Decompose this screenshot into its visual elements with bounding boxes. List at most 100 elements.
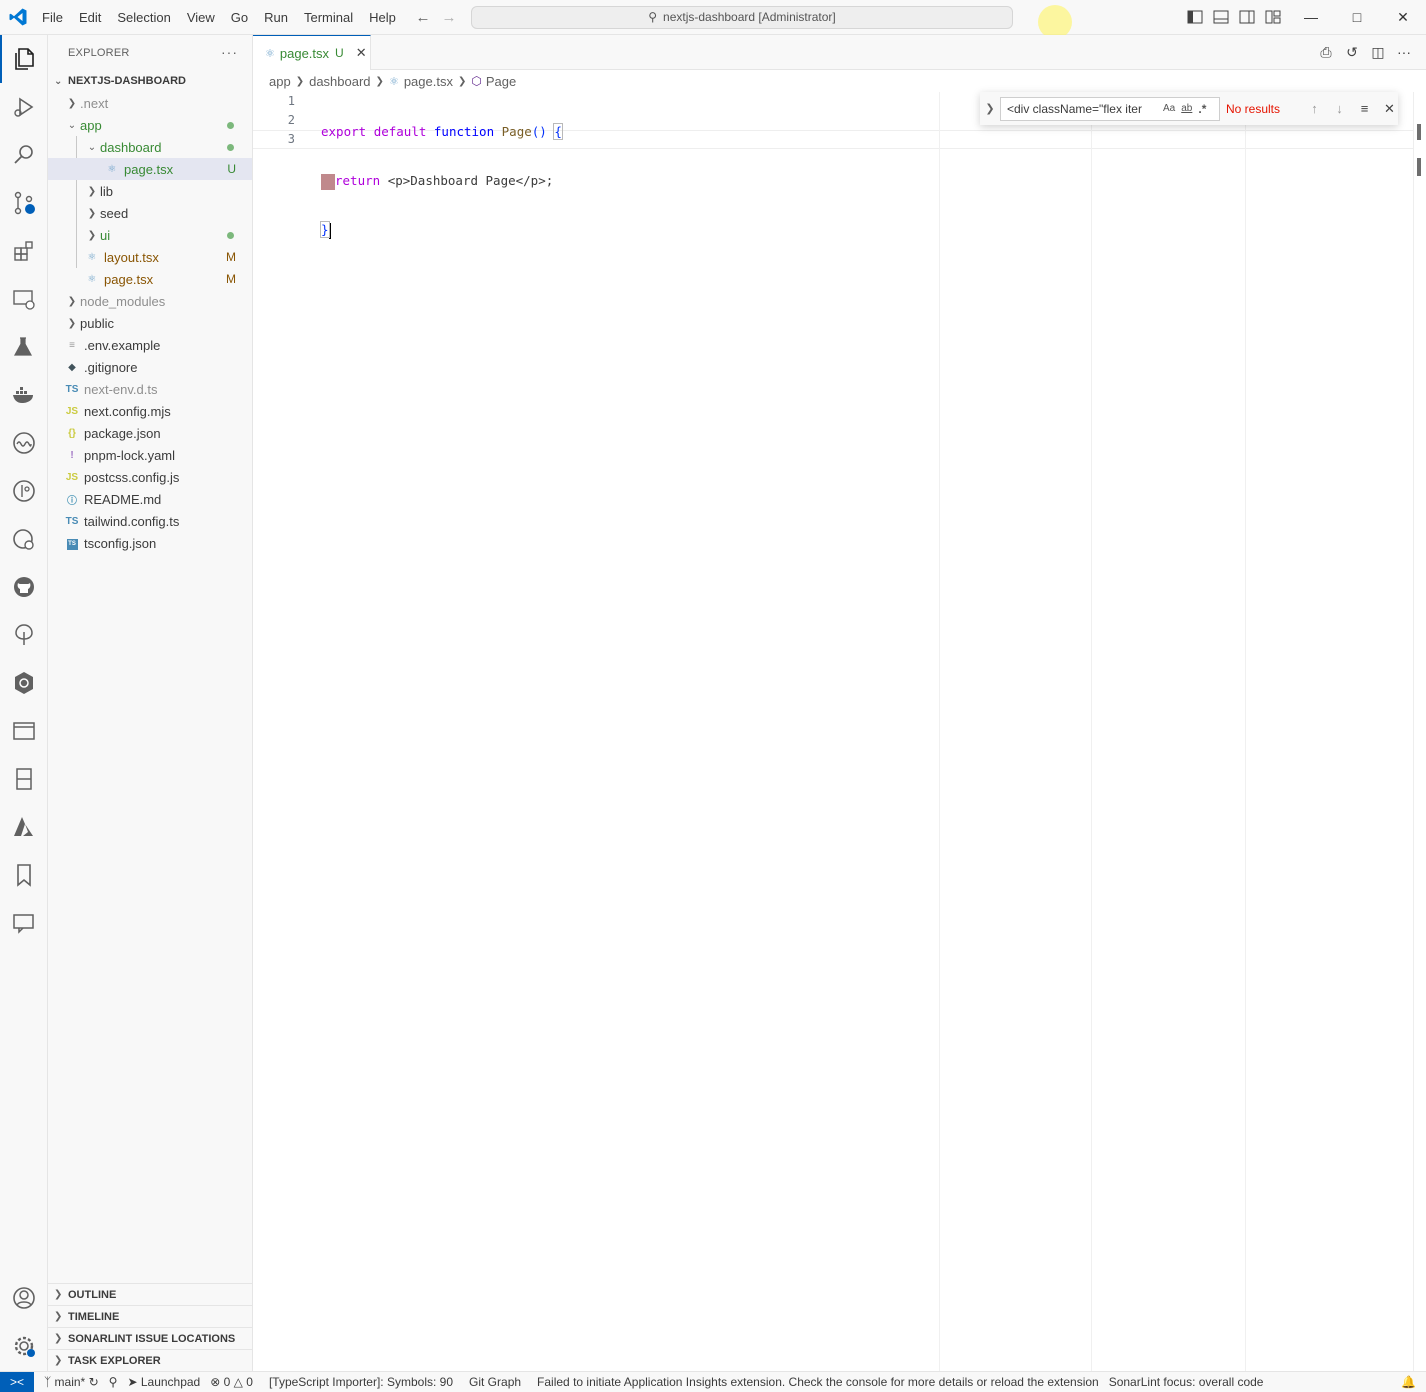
command-center[interactable]: ⚲ nextjs-dashboard [Administrator] <box>471 6 1013 29</box>
tree-item-seed[interactable]: ❯ seed <box>48 202 252 224</box>
previous-match-icon[interactable]: ↑ <box>1306 101 1323 116</box>
menu-selection[interactable]: Selection <box>109 0 178 35</box>
breadcrumb: app ❯ dashboard ❯ ⚛ page.tsx ❯ ⬡ Page <box>253 70 1413 92</box>
ts-importer-status[interactable]: [TypeScript Importer]: Symbols: 90 <box>269 1375 453 1389</box>
error-icon: ⊗ <box>210 1375 221 1389</box>
toggle-secondary-sidebar-icon[interactable] <box>1238 8 1256 26</box>
outline-pane-header[interactable]: ❯ OUTLINE <box>48 1283 253 1305</box>
split-editor-icon[interactable]: ◫ <box>1370 44 1386 61</box>
tree-item-app[interactable]: ⌄ app <box>48 114 252 136</box>
notifications-bell-icon[interactable]: 🔔 <box>1401 1375 1416 1389</box>
menu-run[interactable]: Run <box>256 0 296 35</box>
tree-item-gitignore[interactable]: ◆ .gitignore <box>48 356 252 378</box>
close-tab-icon[interactable]: ✕ <box>356 45 367 61</box>
typescript-file-icon: TS <box>65 383 79 395</box>
close-window-icon[interactable]: ✕ <box>1380 0 1426 35</box>
remote-explorer-icon[interactable] <box>0 275 48 323</box>
menu-help[interactable]: Help <box>361 0 404 35</box>
breadcrumb-item[interactable]: app <box>269 74 291 89</box>
tree-item-next-env[interactable]: TS next-env.d.ts <box>48 378 252 400</box>
testing-flask-icon[interactable] <box>0 323 48 371</box>
toggle-primary-sidebar-icon[interactable] <box>1186 8 1204 26</box>
workspaces-icon[interactable] <box>0 707 48 755</box>
menu-terminal[interactable]: Terminal <box>296 0 361 35</box>
tree-item-layout[interactable]: ⚛ layout.tsx M <box>48 246 252 268</box>
timeline-history-icon[interactable]: ↺ <box>1344 44 1360 61</box>
git-graph-status-icon[interactable]: ⚲ <box>109 1375 118 1389</box>
toggle-replace-chevron-icon[interactable]: ❯ <box>980 102 1000 115</box>
breadcrumb-item[interactable]: page.tsx <box>404 74 453 89</box>
menu-view[interactable]: View <box>179 0 223 35</box>
bookmarks-icon[interactable] <box>0 851 48 899</box>
more-actions-icon[interactable]: ··· <box>221 44 238 60</box>
code-editor[interactable]: 1 2 3 export default function Page() { r… <box>253 92 1413 1371</box>
match-case-option[interactable]: Aa <box>1163 103 1175 114</box>
tree-item-dashboard[interactable]: ⌄ dashboard <box>48 136 252 158</box>
tree-item-tsconfig[interactable]: TS tsconfig.json <box>48 532 252 554</box>
vertical-scrollbar[interactable] <box>1413 92 1426 1371</box>
tree-item-package-json[interactable]: {} package.json <box>48 422 252 444</box>
tree-item-lib[interactable]: ❯ lib <box>48 180 252 202</box>
find-input[interactable]: <div className="flex iter Aa ab .* <box>1000 96 1220 121</box>
tree-item-node-modules[interactable]: ❯ node_modules <box>48 290 252 312</box>
explorer-icon[interactable] <box>0 35 48 83</box>
close-find-icon[interactable]: ✕ <box>1381 101 1398 117</box>
tree-item-public[interactable]: ❯ public <box>48 312 252 334</box>
remote-indicator[interactable]: >< <box>0 1371 34 1392</box>
tab-page-tsx[interactable]: ⚛ page.tsx U ✕ <box>253 35 371 70</box>
problems-status[interactable]: ⊗ 0 △ 0 <box>210 1375 253 1389</box>
search-sidebar-icon[interactable] <box>0 131 48 179</box>
timeline-pane-header[interactable]: ❯ TIMELINE <box>48 1305 253 1327</box>
next-match-icon[interactable]: ↓ <box>1331 101 1348 116</box>
launchpad-status[interactable]: ➤ Launchpad <box>127 1375 200 1389</box>
git-graph-status[interactable]: Git Graph <box>469 1375 521 1389</box>
forward-arrow-icon[interactable]: → <box>440 9 458 26</box>
tree-item-next-config[interactable]: JS next.config.mjs <box>48 400 252 422</box>
extensions-icon[interactable] <box>0 227 48 275</box>
wave-extension-icon[interactable] <box>0 419 48 467</box>
minimize-icon[interactable]: — <box>1288 0 1334 35</box>
breadcrumb-item[interactable]: Page <box>486 74 516 89</box>
sonarlint-status[interactable]: SonarLint focus: overall code <box>1109 1375 1264 1389</box>
regex-option[interactable]: .* <box>1198 102 1206 116</box>
more-actions-icon[interactable]: ··· <box>1396 44 1412 61</box>
customize-layout-icon[interactable] <box>1264 8 1282 26</box>
toggle-panel-icon[interactable] <box>1212 8 1230 26</box>
sync-icon[interactable]: ↻ <box>89 1375 99 1389</box>
sonarlint-pane-header[interactable]: ❯ SONARLINT ISSUE LOCATIONS <box>48 1327 253 1349</box>
kubernetes-icon[interactable] <box>0 659 48 707</box>
open-changes-icon[interactable]: ⎙ <box>1318 44 1334 61</box>
settings-gear-icon[interactable] <box>0 1322 48 1370</box>
tree-item-readme[interactable]: ⓘ README.md <box>48 488 252 510</box>
tree-item-dashboard-page[interactable]: ⚛ page.tsx U <box>48 158 252 180</box>
tree-extension-icon[interactable] <box>0 611 48 659</box>
match-whole-word-option[interactable]: ab <box>1181 103 1192 114</box>
breadcrumb-item[interactable]: dashboard <box>309 74 370 89</box>
tree-item-env-example[interactable]: ≡ .env.example <box>48 334 252 356</box>
tree-item-next[interactable]: ❯ .next <box>48 92 252 114</box>
tree-item-postcss-config[interactable]: JS postcss.config.js <box>48 466 252 488</box>
task-explorer-pane-header[interactable]: ❯ TASK EXPLORER <box>48 1349 253 1371</box>
find-in-selection-icon[interactable]: ≡ <box>1356 101 1373 116</box>
notebook-icon[interactable] <box>0 755 48 803</box>
accounts-icon[interactable] <box>0 1274 48 1322</box>
tree-item-app-page[interactable]: ⚛ page.tsx M <box>48 268 252 290</box>
source-control-icon[interactable] <box>0 179 48 227</box>
tree-item-tailwind-config[interactable]: TS tailwind.config.ts <box>48 510 252 532</box>
maximize-icon[interactable]: □ <box>1334 0 1380 35</box>
menu-file[interactable]: File <box>34 0 71 35</box>
workspace-root[interactable]: ⌄ NEXTJS-DASHBOARD <box>48 70 252 92</box>
tree-item-pnpm-lock[interactable]: ! pnpm-lock.yaml <box>48 444 252 466</box>
back-arrow-icon[interactable]: ← <box>414 9 432 26</box>
git-inspect-icon[interactable] <box>0 515 48 563</box>
azure-icon[interactable] <box>0 803 48 851</box>
github-icon[interactable] <box>0 563 48 611</box>
git-lens-icon[interactable] <box>0 467 48 515</box>
comments-icon[interactable] <box>0 899 48 947</box>
run-debug-icon[interactable] <box>0 83 48 131</box>
menu-edit[interactable]: Edit <box>71 0 109 35</box>
branch-status[interactable]: ᛉ main* ↻ <box>44 1375 99 1389</box>
menu-go[interactable]: Go <box>223 0 256 35</box>
tree-item-ui[interactable]: ❯ ui <box>48 224 252 246</box>
docker-icon[interactable] <box>0 371 48 419</box>
